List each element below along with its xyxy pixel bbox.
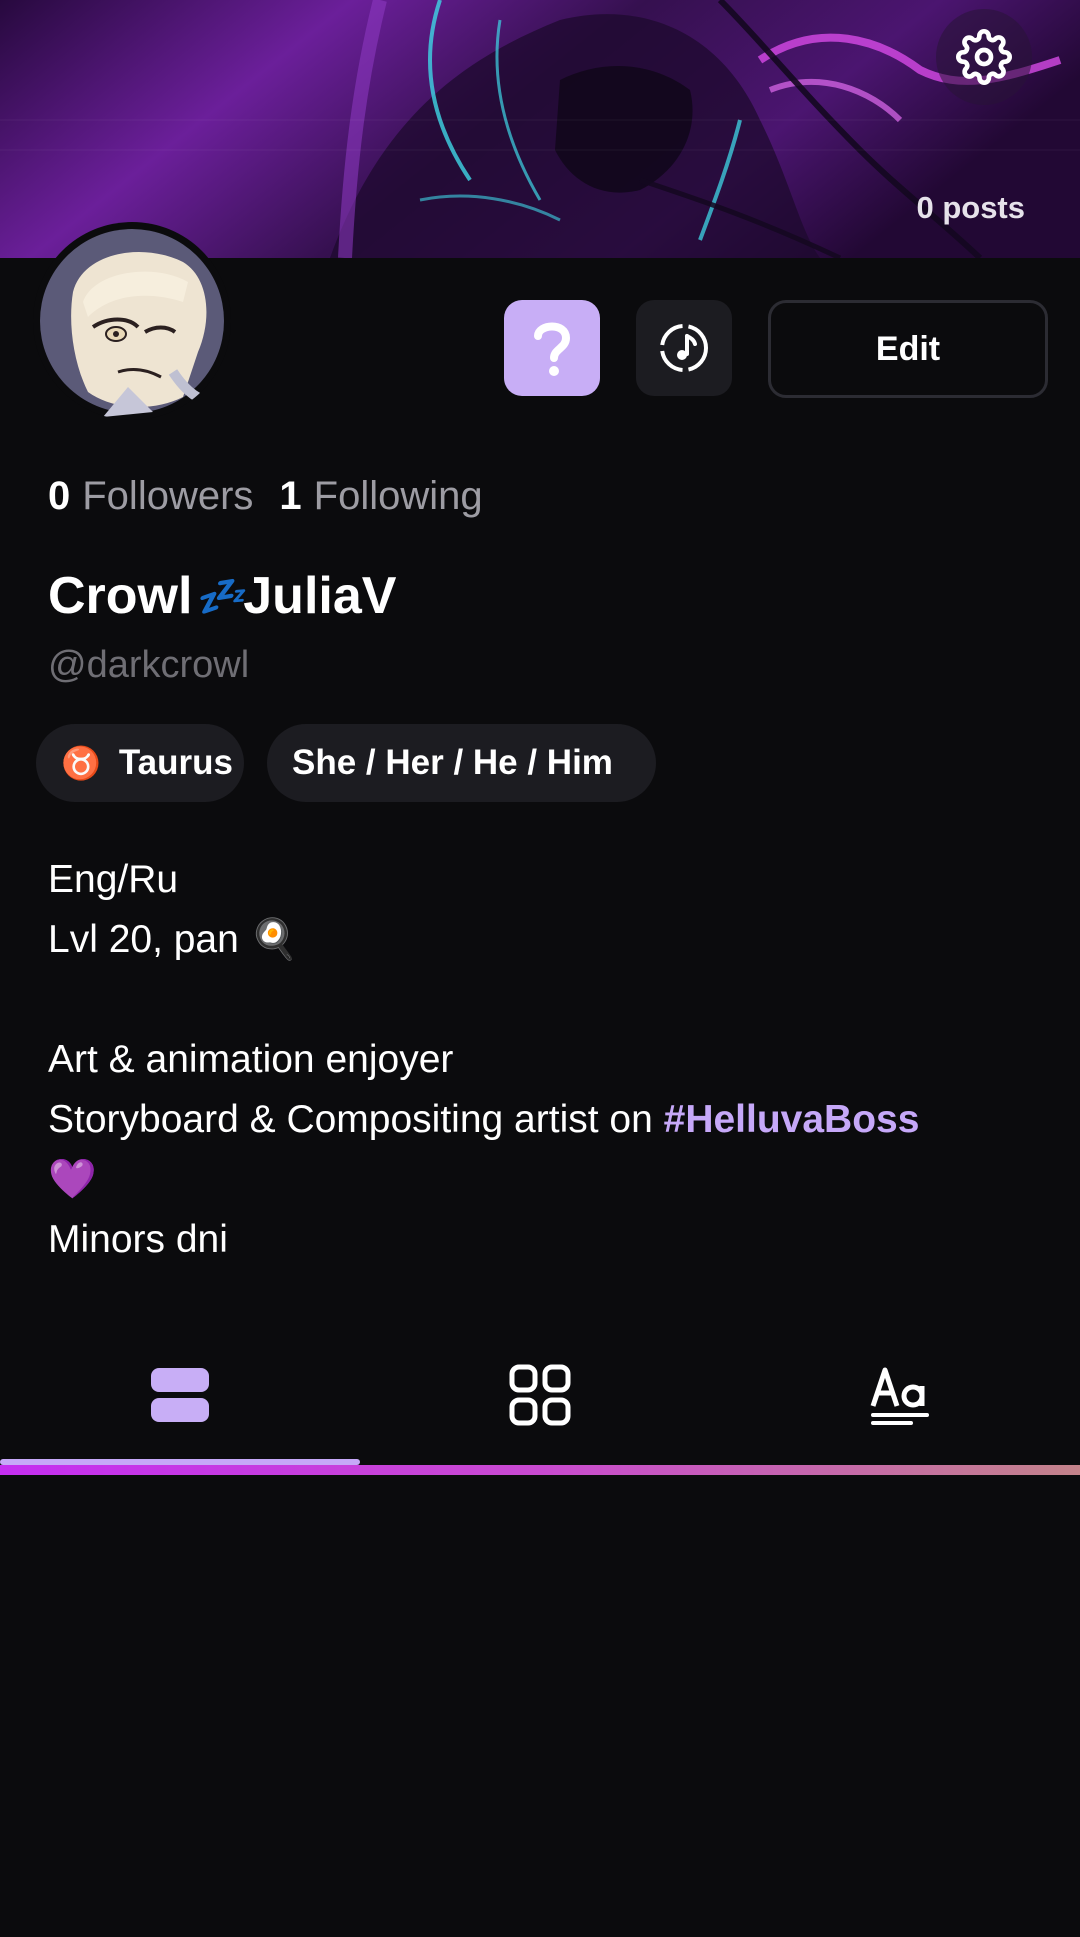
gear-icon <box>956 29 1012 85</box>
followers-count: 0 <box>48 474 71 518</box>
taurus-icon: ♉ <box>61 745 101 781</box>
bio-line: Minors dni <box>48 1218 228 1261</box>
tab-bar-divider <box>0 1465 1080 1475</box>
follow-stats: 0 Followers 1 Following <box>48 474 483 519</box>
followers-link[interactable]: 0 Followers <box>48 474 253 519</box>
tab-grid[interactable] <box>360 1330 720 1460</box>
display-name: Crowl 💤 JuliaV <box>48 566 396 626</box>
music-button[interactable] <box>636 300 732 396</box>
bio-text: Lvl 20, pan <box>48 918 239 961</box>
tab-text[interactable] <box>720 1330 1080 1460</box>
profile-banner: 0 posts <box>0 0 1080 258</box>
username-handle: @darkcrowl <box>48 644 250 686</box>
display-name-part2: JuliaV <box>243 567 397 625</box>
purple-heart-emoji: 💜 <box>48 1158 97 1201</box>
following-count: 1 <box>279 474 302 518</box>
bio-line: Art & animation enjoyer <box>48 1038 454 1081</box>
question-icon <box>534 322 571 376</box>
bio-line: Storyboard & Compositing artist on #Hell… <box>48 1090 1038 1150</box>
bio: Eng/Ru Lvl 20, pan 🍳 Art & animation enj… <box>48 850 1038 1270</box>
active-tab-indicator <box>0 1459 360 1465</box>
help-button[interactable] <box>504 300 600 396</box>
bio-line: Eng/Ru <box>48 858 179 901</box>
followers-label: Followers <box>82 474 254 518</box>
music-note-icon <box>660 324 708 372</box>
grid-view-icon <box>509 1364 571 1426</box>
frying-pan-emoji: 🍳 <box>249 918 299 961</box>
sleeping-emoji: 💤 <box>194 574 244 619</box>
following-link[interactable]: 1 Following <box>279 474 482 519</box>
avatar[interactable] <box>33 222 231 420</box>
bio-line: Lvl 20, pan 🍳 <box>48 910 1038 970</box>
zodiac-tag: ♉ Taurus <box>36 724 244 802</box>
profile-tabs <box>0 1330 1080 1480</box>
zodiac-label: Taurus <box>118 743 233 782</box>
hashtag-link[interactable]: #HelluvaBoss <box>664 1098 920 1141</box>
bio-text: Storyboard & Compositing artist on <box>48 1098 664 1141</box>
following-label: Following <box>313 474 483 518</box>
list-view-icon <box>151 1368 209 1422</box>
display-name-part1: Crowl <box>48 567 193 625</box>
edit-profile-button[interactable]: Edit <box>768 300 1048 398</box>
avatar-image <box>40 229 224 417</box>
post-count: 0 posts <box>916 190 1025 225</box>
text-icon <box>870 1367 929 1425</box>
bio-line-empty <box>48 970 1038 1030</box>
settings-button[interactable] <box>936 9 1032 105</box>
pronouns-label: She / Her / He / Him <box>292 743 613 782</box>
pronouns-tag: She / Her / He / Him <box>267 724 656 802</box>
tab-posts-list[interactable] <box>0 1330 360 1460</box>
